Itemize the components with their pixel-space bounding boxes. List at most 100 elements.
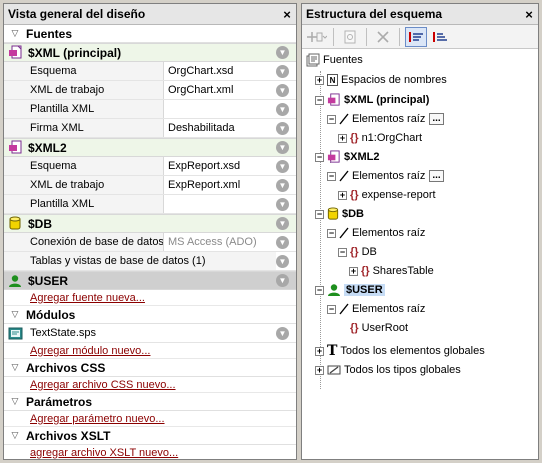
element-brace-icon: {} — [350, 322, 359, 334]
add-xslt-link[interactable]: agregar archivo XSLT nuevo... — [30, 447, 178, 459]
prop-value[interactable]: ExpReport.xsd — [164, 157, 276, 175]
xml-file-icon — [327, 93, 341, 107]
add-css-link[interactable]: Agregar archivo CSS nuevo... — [30, 379, 176, 391]
source-xml2[interactable]: $XML2 ▼ — [4, 138, 296, 157]
tree-item-all-types[interactable]: + Todos los tipos globales — [315, 361, 461, 379]
tree-label: Elementos raíz — [352, 170, 426, 182]
tree-item-namespaces[interactable]: + N Espacios de nombres — [315, 71, 447, 89]
add-module-link[interactable]: Agregar módulo nuevo... — [30, 345, 150, 357]
tree-item-root-elements[interactable]: − Elementos raíz ... — [327, 110, 444, 128]
delete-icon[interactable] — [372, 27, 394, 47]
modules-section[interactable]: ▽ Módulos — [4, 306, 296, 324]
prop-options-icon[interactable]: ▼ — [276, 83, 289, 97]
prop-row: Esquema OrgChart.xsd ▼ — [4, 62, 296, 81]
tree-item-db[interactable]: − $DB — [315, 205, 364, 223]
collapse-arrow-icon[interactable]: ▽ — [4, 430, 26, 441]
prop-value[interactable]: Deshabilitada — [164, 119, 276, 137]
module-row[interactable]: TextState.sps ▼ — [4, 324, 296, 343]
tree-label: expense-report — [361, 189, 436, 201]
prop-options-icon[interactable]: ▼ — [276, 235, 289, 249]
source-user[interactable]: $USER ▼ — [4, 271, 296, 290]
expand-icon[interactable]: + — [315, 75, 324, 85]
tree-item-element[interactable]: + {} n1:OrgChart — [338, 129, 422, 147]
tree-label: SharesTable — [372, 265, 434, 277]
tree-label: Elementos raíz — [352, 227, 426, 239]
collapse-icon[interactable]: − — [327, 304, 336, 314]
source-options-icon[interactable]: ▼ — [276, 217, 289, 230]
prop-options-icon[interactable]: ▼ — [276, 121, 289, 135]
settings-icon[interactable] — [339, 27, 361, 47]
collapse-arrow-icon[interactable]: ▽ — [4, 28, 26, 39]
collapse-icon[interactable]: − — [327, 114, 336, 124]
tree-item-element[interactable]: − {} DB — [338, 243, 377, 261]
add-source-link[interactable]: Agregar fuente nueva... — [30, 292, 145, 304]
tree-item-all-elements[interactable]: + T Todos los elementos globales — [315, 342, 485, 360]
tree-label: n1:OrgChart — [361, 132, 423, 144]
prop-value[interactable]: ExpReport.xml — [164, 176, 276, 194]
prop-options-icon[interactable]: ▼ — [276, 64, 289, 78]
prop-label: XML de trabajo — [26, 81, 164, 99]
tree-item-xml-main[interactable]: − $XML (principal) — [315, 91, 429, 109]
schema-tree-panel: Estructura del esquema × Fuentes + N Esp… — [301, 3, 539, 460]
collapse-icon[interactable]: − — [315, 95, 324, 105]
expand-icon[interactable]: + — [315, 346, 324, 356]
source-options-icon[interactable]: ▼ — [276, 274, 289, 287]
tree-item-root-elements[interactable]: − Elementos raíz — [327, 300, 425, 318]
slash-icon — [339, 113, 349, 125]
collapse-arrow-icon[interactable]: ▽ — [4, 362, 26, 373]
collapse-icon[interactable]: − — [327, 228, 336, 238]
sort-ascending-icon[interactable] — [405, 26, 427, 47]
schema-tree-title: Estructura del esquema — [306, 7, 443, 21]
tree-item-element[interactable]: + {} SharesTable — [349, 262, 434, 280]
prop-value[interactable]: OrgChart.xml — [164, 81, 276, 99]
prop-options-icon[interactable]: ▼ — [276, 254, 289, 268]
ellipsis-button[interactable]: ... — [429, 113, 444, 125]
tree-item-root-elements[interactable]: − Elementos raíz — [327, 224, 425, 242]
tree-item-element[interactable]: {} UserRoot — [350, 319, 408, 337]
tree-item-user[interactable]: − $USER — [315, 281, 385, 299]
source-name: $XML (principal) — [28, 45, 122, 60]
collapse-arrow-icon[interactable]: ▽ — [4, 309, 26, 320]
tree-root-sources[interactable]: Fuentes — [306, 51, 363, 69]
tree-item-xml2[interactable]: − $XML2 — [315, 148, 379, 166]
close-icon[interactable]: × — [520, 7, 538, 22]
prop-value[interactable] — [164, 195, 276, 213]
tree-label: $XML2 — [344, 151, 380, 163]
expand-icon[interactable]: + — [349, 266, 358, 276]
add-dropdown-icon[interactable] — [306, 27, 328, 47]
source-options-icon[interactable]: ▼ — [276, 46, 289, 59]
collapse-icon[interactable]: − — [315, 285, 324, 295]
prop-value[interactable] — [164, 100, 276, 118]
close-icon[interactable]: × — [278, 7, 296, 22]
xslt-section[interactable]: ▽ Archivos XSLT — [4, 427, 296, 445]
source-options-icon[interactable]: ▼ — [276, 141, 289, 154]
collapse-arrow-icon[interactable]: ▽ — [4, 396, 26, 407]
sources-section[interactable]: ▽ Fuentes — [4, 25, 296, 43]
module-options-icon[interactable]: ▼ — [276, 326, 289, 340]
source-xml-main[interactable]: $XML (principal) ▼ — [4, 43, 296, 62]
prop-options-icon[interactable]: ▼ — [276, 102, 289, 116]
prop-options-icon[interactable]: ▼ — [276, 197, 289, 211]
sort-descending-icon[interactable] — [429, 27, 451, 47]
prop-options-icon[interactable]: ▼ — [276, 159, 289, 173]
source-db[interactable]: $DB ▼ — [4, 214, 296, 233]
expand-icon[interactable]: + — [338, 133, 347, 143]
ellipsis-button[interactable]: ... — [429, 170, 444, 182]
css-section[interactable]: ▽ Archivos CSS — [4, 359, 296, 377]
design-overview-title: Vista general del diseño — [8, 7, 146, 21]
user-icon — [4, 274, 26, 288]
element-brace-icon: {} — [350, 246, 359, 258]
prop-label: Plantilla XML — [26, 100, 164, 118]
params-section[interactable]: ▽ Parámetros — [4, 393, 296, 411]
collapse-icon[interactable]: − — [315, 209, 324, 219]
tree-item-root-elements[interactable]: − Elementos raíz ... — [327, 167, 444, 185]
collapse-icon[interactable]: − — [338, 247, 347, 257]
expand-icon[interactable]: + — [315, 365, 324, 375]
tree-item-element[interactable]: + {} expense-report — [338, 186, 436, 204]
add-param-link[interactable]: Agregar parámetro nuevo... — [30, 413, 165, 425]
expand-icon[interactable]: + — [338, 190, 347, 200]
collapse-icon[interactable]: − — [327, 171, 336, 181]
prop-value[interactable]: OrgChart.xsd — [164, 62, 276, 80]
prop-options-icon[interactable]: ▼ — [276, 178, 289, 192]
collapse-icon[interactable]: − — [315, 152, 324, 162]
